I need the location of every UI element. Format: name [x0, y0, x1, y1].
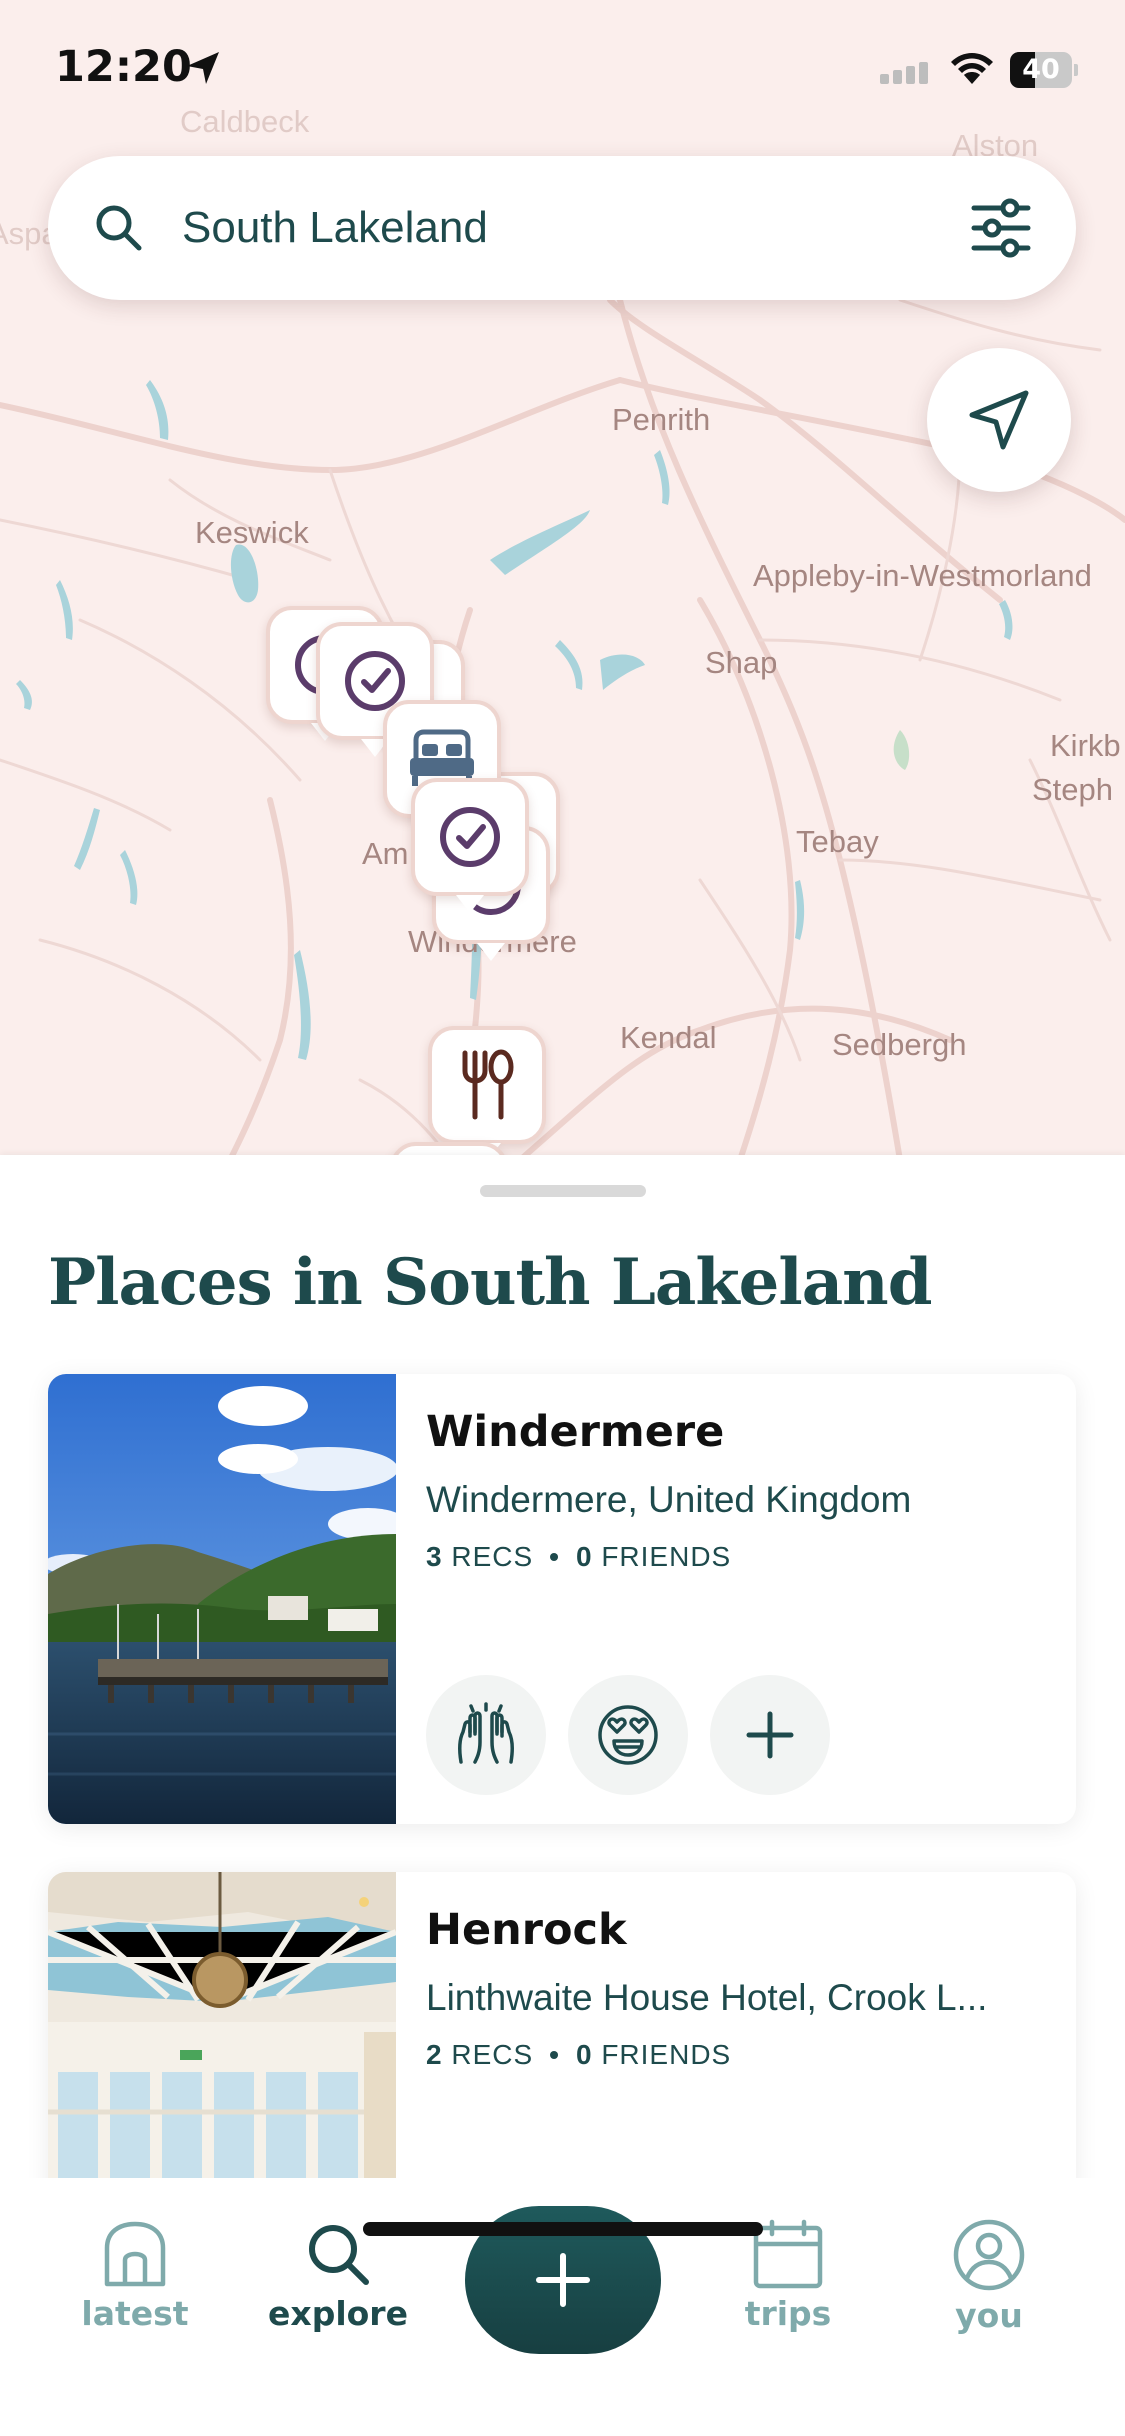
plus-icon	[536, 2253, 590, 2307]
fork-spoon-icon	[462, 1049, 514, 1120]
navigation-arrow-icon	[969, 390, 1029, 450]
status-time: 12:20	[55, 42, 192, 92]
map-label-tebay: Tebay	[796, 824, 879, 859]
location-arrow-icon	[187, 52, 219, 84]
place-card[interactable]: Windermere Windermere, United Kingdom 3 …	[48, 1374, 1076, 1824]
add-icon	[746, 1711, 794, 1759]
heart-eyes-icon	[598, 1705, 658, 1765]
friends-label: FRIENDS	[601, 1541, 732, 1572]
map-label-penrith: Penrith	[612, 402, 711, 437]
locate-me-button[interactable]	[927, 348, 1071, 492]
recs-count: 2	[426, 2039, 443, 2070]
map-label-sedbergh: Sedbergh	[832, 1027, 967, 1062]
place-stats: 3 RECS • 0 FRIENDS	[426, 1541, 731, 1573]
place-name: Henrock	[426, 1905, 627, 1955]
map[interactable]: Keswick Penrith Appleby-in-Westmorland S…	[0, 0, 1125, 1160]
battery-percent: 40	[1022, 54, 1060, 85]
map-label-stephen: Steph	[1032, 772, 1114, 807]
wifi-icon	[951, 53, 993, 84]
tab-label: latest	[81, 2294, 189, 2333]
map-label-shap: Shap	[705, 645, 778, 680]
map-label-appleby: Appleby-in-Westmorland	[753, 558, 1092, 593]
battery-indicator: 40	[1010, 52, 1078, 88]
home-icon	[104, 2221, 166, 2287]
sheet-grabber[interactable]	[480, 1185, 646, 1197]
place-name: Windermere	[426, 1407, 725, 1457]
stats-separator: •	[549, 2039, 560, 2070]
friends-count: 0	[575, 2039, 593, 2070]
add-reaction-button[interactable]	[710, 1675, 830, 1795]
place-location: Linthwaite House Hotel, Crook L...	[426, 1977, 988, 2018]
map-label-keswick: Keswick	[195, 515, 309, 550]
place-stats: 2 RECS • 0 FRIENDS	[426, 2039, 731, 2071]
map-label-faint-top2: Caldbeck	[180, 104, 310, 139]
tab-label: you	[955, 2296, 1023, 2335]
tab-bar: latest explore trips you	[0, 2178, 1125, 2436]
map-label-kendal: Kendal	[620, 1020, 717, 1055]
raised-hands-icon	[457, 1702, 515, 1764]
map-label-ambleside: Am	[362, 836, 409, 871]
map-label-kirkby: Kirkb	[1050, 728, 1121, 763]
tab-label: explore	[268, 2294, 408, 2333]
place-location: Windermere, United Kingdom	[426, 1479, 912, 1520]
tab-you[interactable]: you	[909, 2218, 1069, 2335]
tab-latest[interactable]: latest	[55, 2218, 215, 2333]
profile-icon	[953, 2219, 1025, 2291]
react-raised-hands-button[interactable]	[426, 1675, 546, 1795]
lake-pier-photo	[48, 1374, 396, 1824]
check-circle-icon	[440, 807, 500, 867]
tab-label: trips	[744, 2294, 832, 2333]
react-heart-eyes-button[interactable]	[568, 1675, 688, 1795]
filter-sliders-icon[interactable]	[970, 198, 1032, 258]
place-photo	[48, 1374, 396, 1824]
search-icon	[96, 205, 142, 251]
home-indicator	[363, 2222, 763, 2236]
friends-label: FRIENDS	[601, 2039, 732, 2070]
sheet-title: Places in South Lakeland	[48, 1245, 932, 1320]
search-input[interactable]	[182, 156, 882, 300]
stats-separator: •	[549, 1541, 560, 1572]
recs-count: 3	[426, 1541, 443, 1572]
map-pin-food[interactable]	[428, 1026, 546, 1160]
cellular-signal-icon	[880, 62, 928, 84]
friends-count: 0	[575, 1541, 593, 1572]
recs-label: RECS	[451, 2039, 534, 2070]
map-pin-visited[interactable]	[411, 778, 529, 913]
search-bar[interactable]	[48, 156, 1076, 300]
recs-label: RECS	[451, 1541, 534, 1572]
